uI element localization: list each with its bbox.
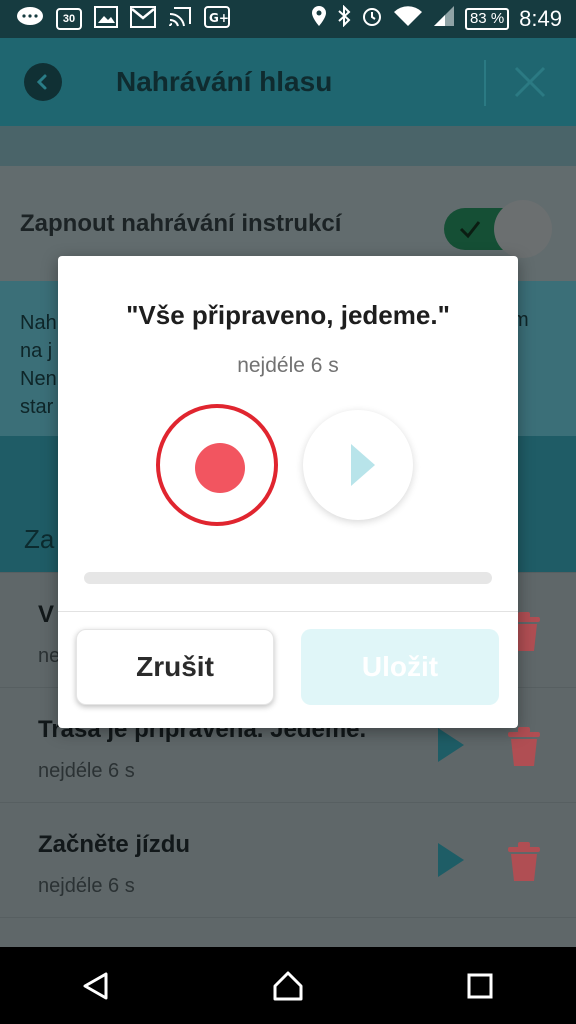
recording-progress [84, 572, 492, 584]
app-bar: Nahrávání hlasu [0, 38, 576, 126]
nav-back-button[interactable] [76, 966, 116, 1006]
status-bar: 30 G+ 83 % 8:49 [0, 0, 576, 38]
google-plus-icon: G+ [204, 5, 230, 33]
play-icon[interactable] [436, 841, 466, 879]
trash-icon[interactable] [502, 724, 546, 768]
list-item[interactable] [0, 917, 576, 948]
dialog-title: "Vše připraveno, jedeme." [126, 300, 450, 330]
play-icon [351, 444, 375, 486]
location-icon [311, 5, 327, 33]
nav-home-button[interactable] [268, 966, 308, 1006]
home-icon [273, 971, 303, 1000]
dialog-divider [58, 611, 518, 612]
image-icon [94, 5, 118, 33]
signal-icon [433, 5, 455, 33]
cancel-button[interactable]: Zrušit [76, 629, 274, 705]
gmail-icon [130, 5, 156, 33]
calendar-icon: 30 [56, 8, 82, 30]
back-icon [36, 74, 47, 90]
bluetooth-icon [337, 4, 351, 33]
navigation-bar [0, 947, 576, 1024]
cast-icon [168, 6, 192, 33]
appbar-divider [484, 60, 486, 106]
item-subtitle: nejdéle 6 s [38, 875, 135, 897]
close-icon [514, 66, 546, 98]
nav-recents-button[interactable] [460, 966, 500, 1006]
close-button[interactable] [512, 64, 548, 100]
section-title: Za [24, 524, 55, 554]
toggle-knob [494, 200, 552, 258]
record-button[interactable] [156, 404, 278, 526]
info-line: Nah [20, 312, 57, 334]
playback-button[interactable] [303, 410, 413, 520]
nav-back-icon [83, 972, 108, 999]
dialog-subtitle: nejdéle 6 s [237, 354, 339, 377]
alarm-icon [361, 5, 383, 33]
play-icon[interactable] [436, 726, 466, 764]
recording-toggle[interactable] [442, 198, 554, 258]
battery-icon: 83 % [464, 8, 510, 30]
item-subtitle: nejdéle 6 s [38, 760, 135, 782]
clock: 8:49 [519, 6, 562, 31]
save-button[interactable]: Uložit [301, 629, 499, 705]
wifi-icon [393, 5, 423, 33]
recents-icon [467, 973, 493, 998]
list-item[interactable]: Začněte jízdu nejdéle 6 s [0, 802, 576, 918]
item-title: Začněte jízdu [38, 831, 191, 858]
info-line: Nen [20, 368, 57, 390]
info-line: na j [20, 340, 53, 362]
page-title: Nahrávání hlasu [116, 66, 333, 97]
info-text: Nah na j Nen star [20, 309, 57, 421]
svg-text:G+: G+ [209, 11, 229, 25]
record-dialog: "Vše připraveno, jedeme." nejdéle 6 s Zr… [58, 256, 518, 728]
back-button[interactable] [24, 63, 62, 101]
trash-icon[interactable] [502, 839, 546, 883]
check-icon [459, 221, 481, 239]
item-title: V [38, 601, 55, 628]
messages-icon [16, 6, 44, 33]
spacer [0, 126, 576, 166]
toggle-label: Zapnout nahrávání instrukcí [20, 210, 342, 237]
info-line: star [20, 396, 54, 418]
record-icon [195, 443, 245, 493]
item-subtitle: ne [38, 645, 61, 667]
